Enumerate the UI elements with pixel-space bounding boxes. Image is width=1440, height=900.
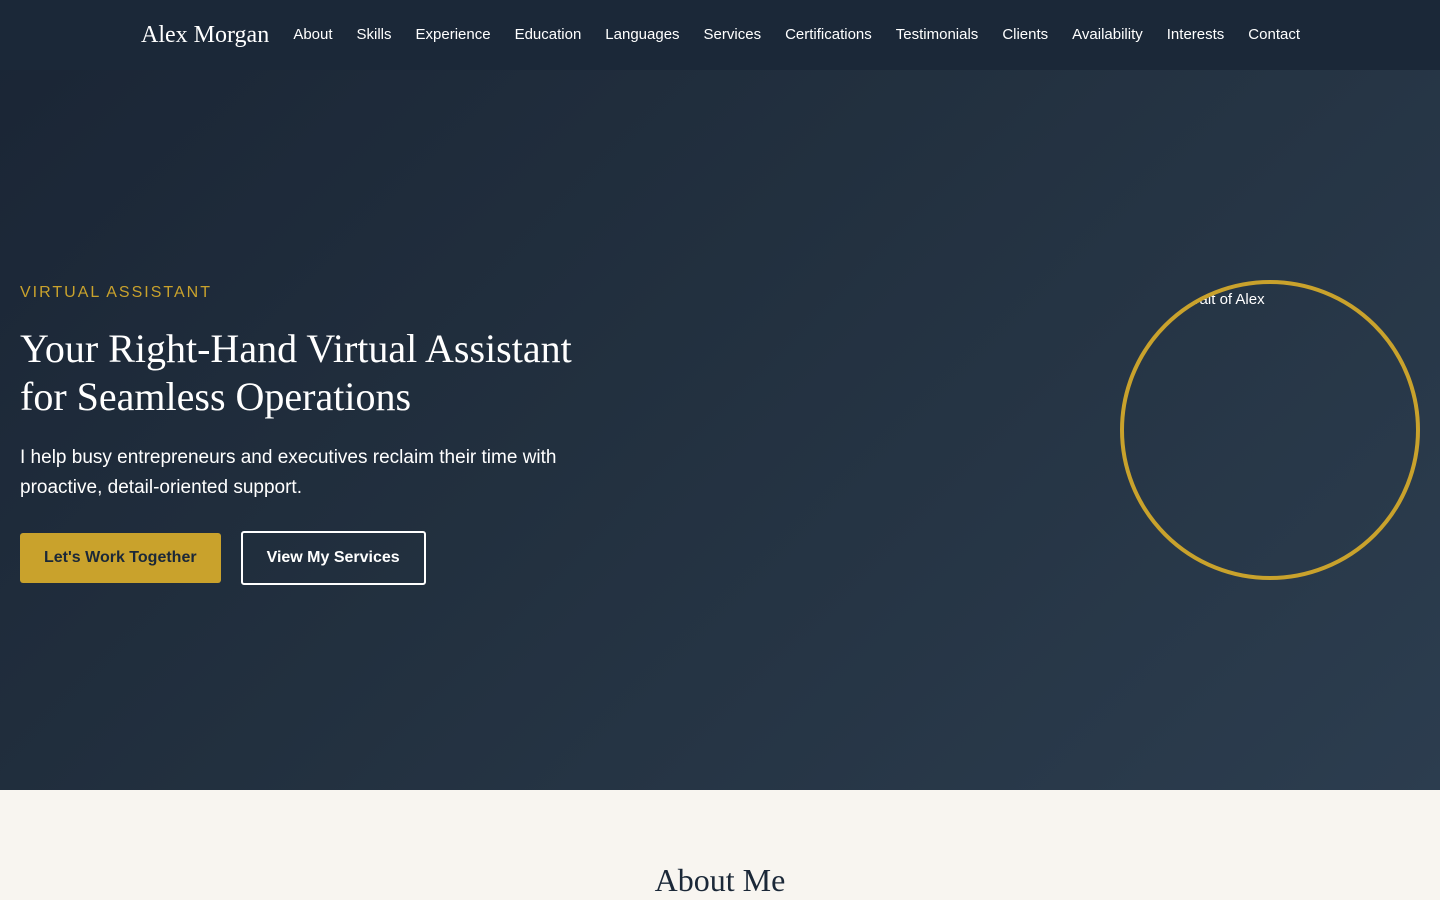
nav-item-contact: Contact [1248,25,1300,45]
nav-link-services[interactable]: Services [704,26,762,43]
hero-title: Your Right-Hand Virtual Assistant for Se… [20,325,620,421]
nav-link-education[interactable]: Education [515,26,582,43]
about-title: About Me [654,862,786,898]
work-together-button[interactable]: Let's Work Together [20,533,221,583]
nav-link-languages[interactable]: Languages [605,26,679,43]
nav-link-testimonials[interactable]: Testimonials [896,26,979,43]
nav-link-certifications[interactable]: Certifications [785,26,872,43]
hero-eyebrow: VIRTUAL ASSISTANT [20,284,212,301]
nav-link-experience[interactable]: Experience [416,26,491,43]
hero-title-line-1: Your Right-Hand Virtual Assistant [20,326,572,371]
nav-item-education: Education [515,25,582,45]
profile-portrait: Professional portrait of Alex [1120,280,1420,580]
nav-item-availability: Availability [1072,25,1143,45]
nav-item-interests: Interests [1167,25,1225,45]
hero-cta-row: Let's Work Together View My Services [20,531,620,585]
nav-item-experience: Experience [416,25,491,45]
nav-link-availability[interactable]: Availability [1072,26,1143,43]
portrait-alt-text: Professional portrait of Alex [1124,291,1265,308]
nav-link-skills[interactable]: Skills [357,26,392,43]
brand-logo[interactable]: Alex Morgan [141,20,269,50]
nav-link-clients[interactable]: Clients [1002,26,1048,43]
hero-title-line-2: for Seamless Operations [20,374,412,419]
view-services-button[interactable]: View My Services [240,531,426,585]
top-navbar: Alex Morgan About Skills Experience Educ… [0,0,1440,70]
nav-item-clients: Clients [1002,25,1048,45]
hero-section: VIRTUAL ASSISTANT Your Right-Hand Virtua… [0,0,1440,790]
nav-link-interests[interactable]: Interests [1167,26,1225,43]
hero-subtitle: I help busy entrepreneurs and executives… [20,447,557,498]
nav-link-about[interactable]: About [293,26,332,43]
nav-item-about: About [293,25,332,45]
nav-link-contact[interactable]: Contact [1248,26,1300,43]
about-section: About Me [0,790,1440,900]
nav-item-certifications: Certifications [785,25,872,45]
nav-item-languages: Languages [605,25,679,45]
nav-links: About Skills Experience Education Langua… [293,0,1300,70]
hero-content: VIRTUAL ASSISTANT Your Right-Hand Virtua… [20,283,620,585]
nav-item-services: Services [704,25,762,45]
nav-item-testimonials: Testimonials [896,25,979,45]
nav-item-skills: Skills [357,25,392,45]
